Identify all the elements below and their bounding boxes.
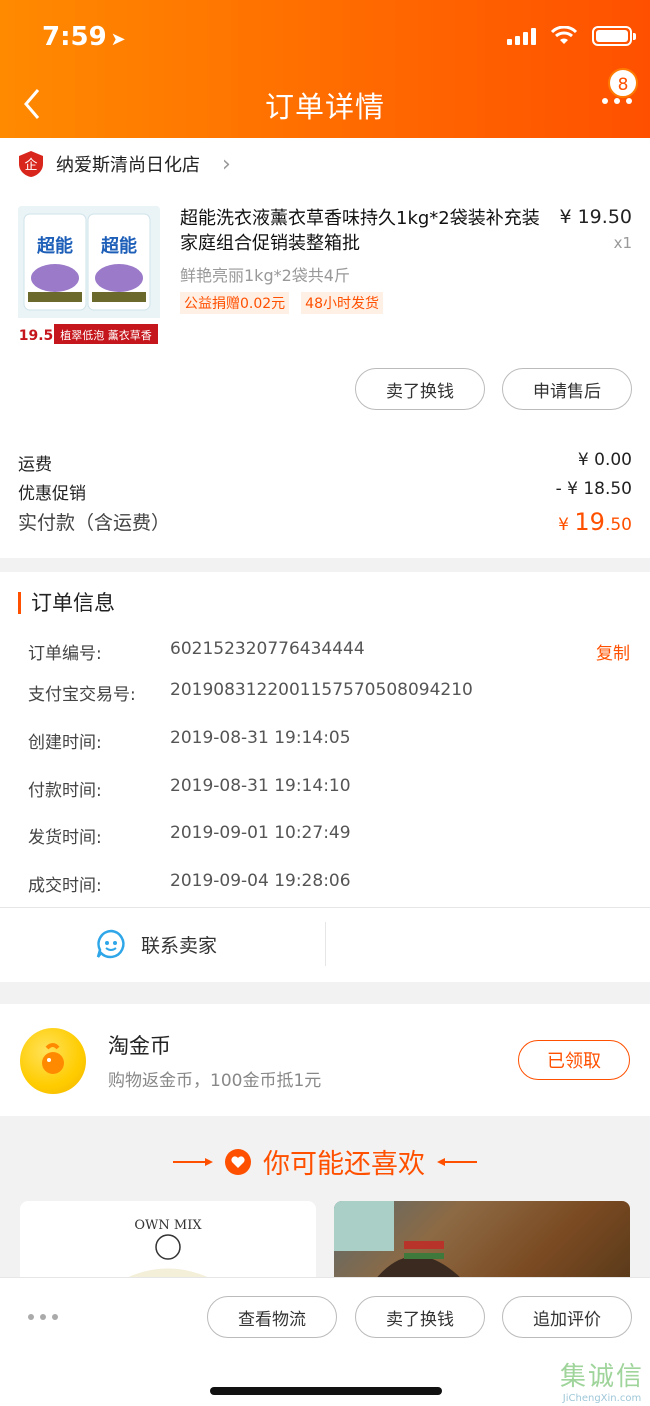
location-arrow-icon: ➤: [110, 29, 126, 50]
bottom-action-bar: 查看物流 卖了换钱 追加评价 集诚信 JiChengXin.com: [0, 1277, 650, 1406]
info-key: 订单编号:: [28, 644, 102, 664]
shipping-fee-row: 运费 ¥ 0.00: [18, 450, 632, 475]
brand-text: 超能: [37, 235, 73, 257]
copy-order-number-button[interactable]: 复制: [596, 639, 630, 664]
tag-donation: 公益捐赠0.02元: [180, 292, 290, 314]
arrow-left-icon: [437, 1157, 477, 1166]
shop-badge-icon: 企: [19, 151, 43, 177]
product-tags: 公益捐赠0.02元 48小时发货: [180, 292, 383, 314]
order-info-title: 订单信息: [18, 592, 115, 614]
info-value: 2019-09-04 19:28:06: [170, 871, 351, 891]
product-price: ¥ 19.50: [559, 206, 632, 228]
view-logistics-button[interactable]: 查看物流: [207, 1296, 337, 1338]
watermark: 集诚信 JiChengXin.com: [560, 1356, 644, 1404]
recommendation-header: 你可能还喜欢: [0, 1142, 650, 1181]
svg-text:超能: 超能: [101, 235, 137, 257]
total-integer: 19: [574, 508, 605, 536]
discount-label: 优惠促销: [18, 484, 86, 504]
watermark-cn: 集诚信: [559, 1362, 644, 1392]
add-review-button[interactable]: 追加评价: [502, 1296, 632, 1338]
vertical-divider: [325, 922, 326, 966]
info-key: 成交时间:: [28, 876, 102, 896]
contact-seller-label: 联系卖家: [141, 934, 218, 957]
recommended-item[interactable]: OWN MIX: [20, 1201, 316, 1281]
shop-row[interactable]: 企 纳爱斯清尚日化店 ›: [18, 148, 231, 180]
product-image[interactable]: 超能 超能 19.5 植翠低泡 薰衣草香: [18, 206, 160, 346]
more-options-icon[interactable]: [602, 98, 632, 104]
discount-value: - ¥ 18.50: [555, 479, 632, 499]
cellular-signal-icon: [507, 27, 536, 45]
discount-row: 优惠促销 - ¥ 18.50: [18, 479, 632, 504]
info-value: 2019-08-31 19:14:10: [170, 776, 351, 796]
info-value: 2019-09-01 10:27:49: [170, 823, 351, 843]
home-indicator[interactable]: [210, 1387, 442, 1395]
image-caption: 植翠低泡 薰衣草香: [60, 328, 152, 342]
page-title: 订单详情: [264, 90, 385, 124]
recommendation-title: 你可能还喜欢: [263, 1149, 425, 1180]
product-title[interactable]: 超能洗衣液薰衣草香味持久1kg*2袋装补充装家庭组合促销装整箱批: [180, 206, 550, 256]
image-price: 19.5: [19, 328, 54, 344]
total-label: 实付款（含运费）: [18, 512, 171, 534]
contact-area: 联系卖家: [0, 908, 650, 982]
taojinbi-card: 淘金币 购物返金币，100金币抵1元 已领取: [0, 1004, 650, 1116]
recommended-item-brand: OWN MIX: [134, 1218, 202, 1233]
chat-bubble-icon: [96, 929, 125, 959]
recommendation-section: 你可能还喜欢 OWN MIX: [0, 1116, 650, 1286]
shipping-label: 运费: [18, 455, 52, 475]
info-value: 602152320776434444: [170, 639, 365, 659]
recommended-item[interactable]: [334, 1201, 630, 1281]
more-actions-icon[interactable]: [28, 1314, 58, 1320]
info-value: 2019083122001157570508094210: [170, 680, 473, 700]
shipping-value: ¥ 0.00: [577, 450, 632, 470]
status-time: 7:59 ➤: [42, 22, 126, 52]
order-info-card: 订单信息 复制 订单编号: 602152320776434444 支付宝交易号:…: [0, 572, 650, 982]
total-paid-row: 实付款（含运费） ¥ 19.50: [18, 508, 632, 536]
svg-text:企: 企: [24, 157, 37, 173]
chevron-right-icon: ›: [222, 151, 231, 177]
info-key: 发货时间:: [28, 828, 102, 848]
product-spec: 鲜艳亮丽1kg*2袋共4斤: [180, 266, 350, 285]
total-value: ¥ 19.50: [558, 508, 632, 536]
coin-subtitle: 购物返金币，100金币抵1元: [108, 1071, 322, 1091]
info-value: 2019-08-31 19:14:05: [170, 728, 351, 748]
shop-name: 纳爱斯清尚日化店: [56, 155, 200, 176]
tag-shipping: 48小时发货: [301, 292, 383, 314]
message-count-badge: 8: [608, 68, 638, 98]
arrow-right-icon: [173, 1157, 213, 1166]
total-decimal: .50: [604, 515, 632, 535]
request-aftersale-button[interactable]: 申请售后: [502, 368, 632, 410]
sell-item-button[interactable]: 卖了换钱: [355, 368, 485, 410]
info-key: 创建时间:: [28, 733, 102, 753]
product-quantity: x1: [613, 234, 632, 252]
watermark-en: JiChengXin.com: [562, 1393, 642, 1404]
wifi-icon: [550, 26, 578, 44]
status-icons: [507, 26, 636, 46]
total-currency: ¥: [558, 515, 575, 535]
order-card: 企 纳爱斯清尚日化店 › 超能 超能 19.5 植翠低泡 薰衣草香 超能洗衣液薰…: [0, 138, 650, 558]
info-key: 付款时间:: [28, 781, 102, 801]
bottom-sell-button[interactable]: 卖了换钱: [355, 1296, 485, 1338]
battery-icon: [592, 26, 636, 46]
gold-coin-icon: [20, 1028, 86, 1094]
coin-title: 淘金币: [108, 1034, 171, 1058]
heart-icon: [225, 1148, 251, 1175]
status-time-text: 7:59: [42, 22, 107, 52]
info-key: 支付宝交易号:: [28, 685, 136, 705]
coin-claimed-button[interactable]: 已领取: [518, 1040, 630, 1080]
nav-header: 7:59 ➤ 订单详情 8: [0, 0, 650, 138]
contact-seller-button[interactable]: 联系卖家: [95, 928, 217, 960]
